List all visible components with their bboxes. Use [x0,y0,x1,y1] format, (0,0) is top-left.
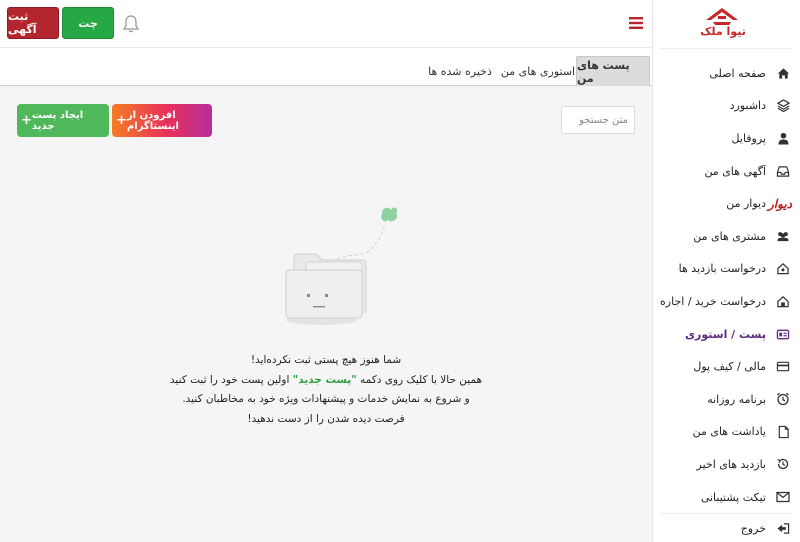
sidebar-item-label: دیوار من [726,197,766,211]
chat-label: چت [78,16,98,30]
tab-label: ذخیره شده ها [428,64,492,78]
sidebar-item-label: درخواست خرید / اجاره [660,294,766,308]
add-from-instagram-label: افزودن از اینستاگرام [126,109,179,132]
sidebar: تیوا ملک صفحه اصلی داشبورد پروفایل آگهی … [652,0,800,542]
sidebar-item-label: یاداشت های من [692,425,766,439]
tab-saved[interactable]: ذخیره شده ها [422,56,498,86]
sidebar-item-dashboard[interactable]: داشبورد [652,90,800,123]
sidebar-item-label: بازدید های اخیر [696,457,766,471]
sidebar-item-label: مشتری های من [693,229,766,243]
sidebar-item-label: خروج [740,521,766,535]
brand-logo[interactable]: تیوا ملک [692,6,754,42]
sidebar-item-label: داشبورد [729,99,766,113]
sidebar-menu: صفحه اصلی داشبورد پروفایل آگهی های من دی… [652,57,800,513]
inbox-icon [776,164,790,178]
sidebar-item-buy-rent-requests[interactable]: درخواست خرید / اجاره [652,285,800,318]
sidebar-item-wallet[interactable]: مالی / کیف پول [652,350,800,383]
sidebar-item-label: درخواست بازدید ها [678,262,766,276]
sidebar-item-recent-visits[interactable]: بازدید های اخیر [652,448,800,481]
sidebar-item-profile[interactable]: پروفایل [652,122,800,155]
empty-state-message: شما هنوز هیچ پستی ثبت نکرده‌اید! همین حا… [150,351,502,429]
sidebar-item-label: تیکت پشتیبانی [700,490,766,504]
plus-icon: + [21,113,32,128]
search-input[interactable] [561,106,635,134]
sidebar-item-my-wall[interactable]: دیوار من دیوار [652,187,800,220]
bell-icon[interactable] [122,14,140,34]
history-icon [776,457,790,471]
house-request-icon [776,294,790,308]
chat-button[interactable]: چت [62,7,114,39]
tab-label: پست های من [577,58,630,85]
sidebar-item-home[interactable]: صفحه اصلی [652,57,800,90]
empty-folder-illustration [278,202,398,352]
tab-my-posts[interactable]: پست های من [576,56,650,86]
sidebar-item-label: آگهی های من [704,164,766,178]
sidebar-item-daily-schedule[interactable]: برنامه روزانه [652,383,800,416]
home-icon [776,66,790,80]
divar-logo: دیوار [767,196,792,211]
sidebar-item-my-customers[interactable]: مشتری های من [652,220,800,253]
sidebar-item-support-ticket[interactable]: تیکت پشتیبانی [652,481,800,514]
post-ad-button[interactable]: ثبت آگهی [7,7,59,39]
layers-icon [776,99,790,113]
envelope-icon [776,490,790,504]
wallet-icon [776,360,790,374]
sidebar-item-label: مالی / کیف پول [693,360,766,374]
logo-mark [706,8,738,25]
note-icon [776,425,790,439]
sidebar-item-label: پروفایل [731,131,766,145]
user-icon [776,131,790,145]
empty-state-line-4: فرصت دیده شدن را از دست ندهید! [247,412,405,425]
add-from-instagram-button[interactable]: + افزودن از اینستاگرام [112,104,212,137]
instagram-post-icon [776,327,790,341]
house-visit-icon [776,262,790,276]
tab-my-stories[interactable]: استوری های من [500,56,576,86]
plus-icon: + [116,113,127,128]
empty-state-text: اولین پست خود را ثبت کنید [169,373,293,386]
users-icon [776,229,790,243]
tabs-bar: پست های من استوری های من ذخیره شده ها [0,48,652,86]
hamburger-menu-icon[interactable] [629,17,643,29]
logout-icon [776,521,790,535]
create-new-post-label: ایجاد پست جدید [31,109,84,132]
top-header: ثبت آگهی چت [0,0,652,48]
sidebar-item-label: صفحه اصلی [709,66,766,80]
post-ad-label: ثبت آگهی [8,10,37,36]
sidebar-item-label: برنامه روزانه [707,392,766,406]
empty-state-line-2: همین حالا با کلیک روی دکمه "پست جدید" او… [150,371,502,391]
empty-state-line-1: شما هنوز هیچ پستی ثبت نکرده‌اید! [250,354,402,366]
alarm-clock-icon [776,392,790,406]
sidebar-item-my-notes[interactable]: یاداشت های من [652,416,800,449]
sidebar-item-label: پست / استوری [684,327,766,341]
empty-state-text: همین حالا با کلیک روی دکمه [356,373,483,386]
create-new-post-button[interactable]: + ایجاد پست جدید [17,104,109,137]
new-post-highlight: "پست جدید" [292,373,357,386]
sidebar-item-logout[interactable]: خروج [652,514,800,542]
sidebar-item-my-ads[interactable]: آگهی های من [652,155,800,188]
sidebar-item-post-story[interactable]: پست / استوری [652,318,800,351]
divider [660,48,792,49]
sidebar-item-visit-requests[interactable]: درخواست بازدید ها [652,253,800,286]
logo-text: تیوا ملک [700,25,746,38]
tab-label: استوری های من [500,64,576,78]
empty-state-line-3: و شروع به نمایش خدمات و پیشنهادات ویژه خ… [182,393,470,405]
